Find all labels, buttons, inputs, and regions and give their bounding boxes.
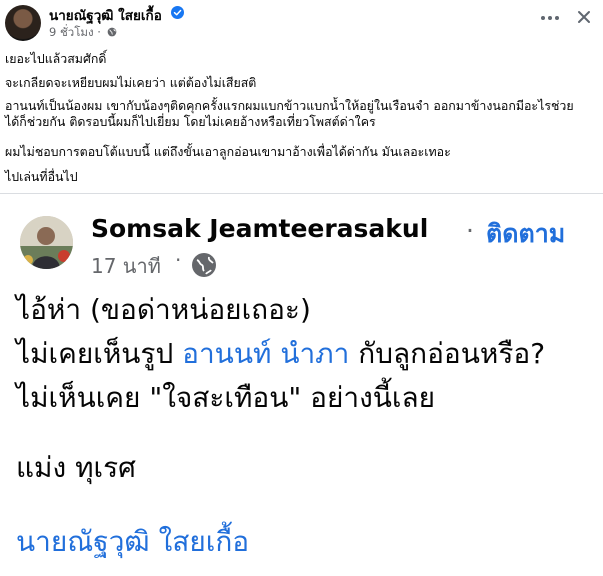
post-header: นายณัฐวุฒิ ใสยเกื้อ 9 ชั่วโมง ·	[0, 0, 603, 44]
post-paragraph: เยอะไปแล้วสมศักดิ์	[5, 51, 107, 66]
shared-line-2-pre: ไม่เคยเห็นรูป	[16, 337, 183, 370]
post-paragraph: ไปเล่นที่อื่นไป	[5, 169, 78, 184]
post-time[interactable]: 9 ชั่วโมง	[49, 25, 94, 39]
meta-separator: ·	[97, 25, 101, 39]
globe-icon	[192, 253, 216, 277]
post-paragraph: ได้ก็ช่วยกัน ติดรอบนี้ผมก็ไปเยี่ยม โดยไม…	[5, 114, 376, 129]
shared-author-avatar	[20, 216, 73, 269]
mentioned-person-link: นายณัฐวุฒิ ใสยเกื้อ	[16, 525, 250, 558]
shared-author-name: Somsak Jeamteerasakul	[91, 214, 429, 243]
shared-screenshot-image[interactable]: Somsak Jeamteerasakul · ติดตาม 17 นาที ·…	[0, 194, 603, 576]
post-paragraph: จะเกลียดจะเหยียบผมไม่เคยว่า แต่ต้องไม่เส…	[5, 75, 257, 90]
shared-line-3: ไม่เห็นเคย "ใจสะเทือน" อย่างนี้เลย	[16, 381, 436, 414]
verified-badge-icon	[171, 6, 184, 19]
shared-follow-label: ติดตาม	[486, 219, 566, 248]
post-paragraph: อานนท์เป็นน้องผม เขากับน้องๆติดคุกครั้งแ…	[5, 98, 574, 113]
shared-time-sep: ·	[175, 248, 182, 272]
post-paragraph: ผมไม่ชอบการตอบโต้แบบนี้ แต่ถึงขั้นเอาลูก…	[5, 144, 451, 159]
author-name[interactable]: นายณัฐวุฒิ ใสยเกื้อ	[49, 4, 162, 26]
post-meta: 9 ชั่วโมง ·	[49, 24, 117, 42]
shared-line-4: แม่ง ทุเรศ	[16, 451, 136, 484]
globe-icon	[107, 27, 116, 37]
close-icon[interactable]	[576, 9, 592, 25]
shared-line-2-post: กับลูกอ่อนหรือ?	[349, 337, 546, 370]
mentioned-name-link: อานนท์ นำภา	[182, 337, 350, 370]
more-options-icon[interactable]	[539, 10, 561, 26]
shared-time: 17 นาที	[91, 254, 161, 278]
author-avatar[interactable]	[5, 5, 41, 41]
shared-dot: ·	[466, 216, 474, 245]
shared-line-1: ไอ้ห่า (ขอด่าหน่อยเถอะ)	[16, 293, 311, 326]
shared-line-2: ไม่เคยเห็นรูป อานนท์ นำภา กับลูกอ่อนหรือ…	[16, 332, 545, 376]
